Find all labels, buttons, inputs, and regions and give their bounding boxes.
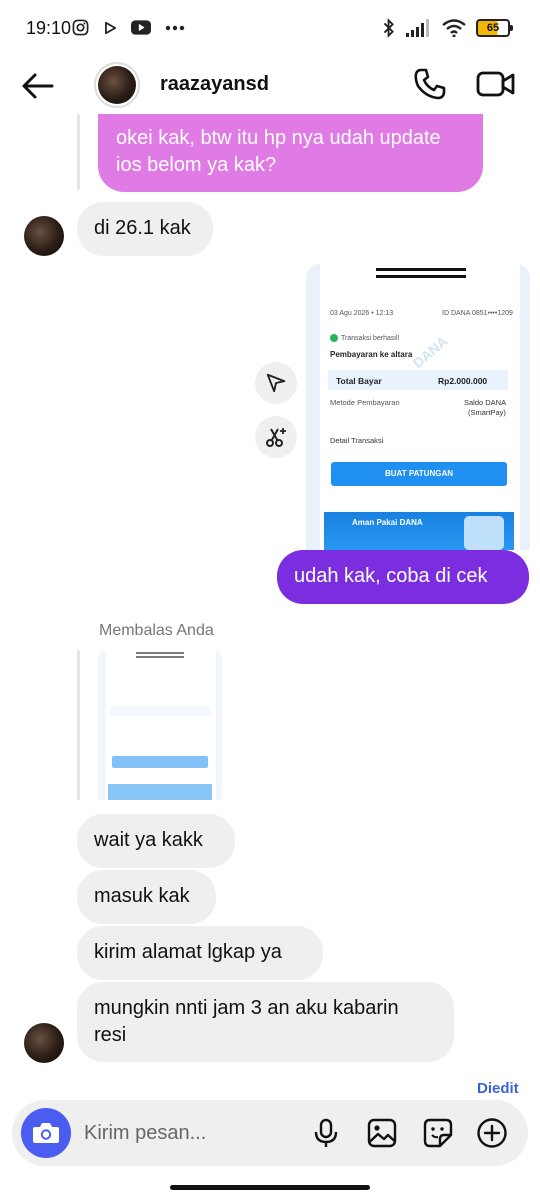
- reply-indicator: [77, 114, 80, 190]
- play-icon: [105, 21, 117, 34]
- message-text: di 26.1 kak: [94, 217, 191, 239]
- status-bar: 19:10 65: [0, 0, 540, 58]
- reply-indicator: [77, 650, 80, 800]
- receipt-banner-text: Aman Pakai DANA: [352, 518, 423, 527]
- message-text: resi: [94, 1024, 127, 1046]
- contact-name[interactable]: raazayansd: [160, 73, 269, 96]
- receipt-status: Transaksi berhasil!: [330, 334, 400, 342]
- sender-avatar[interactable]: [24, 216, 64, 256]
- wifi-icon: [442, 19, 466, 37]
- receipt-id: ID DANA 0851••••1209: [442, 310, 513, 317]
- receipt-date: 03 Agu 2026 • 12:13: [330, 310, 394, 317]
- send-icon: [266, 373, 286, 393]
- signal-icon: [406, 19, 429, 37]
- message-text: udah kak, coba di cek: [294, 565, 488, 587]
- youtube-icon: [131, 20, 151, 35]
- system-icons: 65: [382, 18, 513, 38]
- receipt-logo: [376, 268, 466, 278]
- receipt-method-value: (SmartPay): [468, 408, 506, 417]
- message-text: mungkin nnti jam 3 an aku kabarin: [94, 997, 399, 1019]
- remix-button[interactable]: [255, 416, 297, 458]
- receipt-banner-phone: [464, 516, 504, 550]
- receipt-status-text: Transaksi berhasil!: [341, 334, 400, 342]
- video-icon[interactable]: [476, 66, 516, 102]
- message-text: wait ya kakk: [94, 829, 203, 851]
- receipt-title: Pembayaran ke altara: [330, 350, 413, 359]
- thumb-banner: [108, 784, 212, 800]
- battery-icon: 65: [476, 19, 513, 37]
- plus-icon[interactable]: [476, 1117, 508, 1149]
- receipt-banner: Aman Pakai DANA: [324, 512, 514, 550]
- sender-avatar[interactable]: [24, 1023, 64, 1063]
- sent-image-receipt[interactable]: 03 Agu 2026 • 12:13 ID DANA 0851••••1209…: [306, 264, 530, 550]
- back-arrow-icon[interactable]: [20, 68, 56, 104]
- thumb-total-row: [110, 706, 210, 716]
- receipt-method-label: Metode Pembayaran: [330, 398, 400, 407]
- thumb-logo: [136, 652, 184, 658]
- share-button[interactable]: [255, 362, 297, 404]
- message-text: ios belom ya kak?: [116, 154, 277, 176]
- contact-avatar[interactable]: [94, 62, 140, 108]
- camera-button[interactable]: [21, 1108, 71, 1158]
- message-bubble-received[interactable]: di 26.1 kak: [77, 202, 213, 256]
- message-bubble-received[interactable]: masuk kak: [77, 870, 216, 924]
- message-bubble-received[interactable]: mungkin nnti jam 3 an aku kabarin resi: [77, 982, 454, 1062]
- more-dots-icon: [165, 25, 185, 30]
- scissors-sparkle-icon: [266, 428, 286, 447]
- reply-label: Membalas Anda: [99, 622, 214, 639]
- receipt-method-value: Saldo DANA: [464, 398, 507, 407]
- phone-icon[interactable]: [412, 66, 448, 102]
- bluetooth-icon: [383, 18, 394, 38]
- message-bubble-sent[interactable]: udah kak, coba di cek: [277, 550, 529, 604]
- edited-label: Diedit: [477, 1080, 519, 1097]
- quoted-image-thumbnail[interactable]: [98, 650, 222, 800]
- message-bubble-sent[interactable]: okei kak, btw itu hp nya udah update ios…: [98, 114, 483, 192]
- message-input[interactable]: Kirim pesan...: [84, 1122, 206, 1145]
- thumb-button: [112, 756, 208, 768]
- camera-icon: [33, 1123, 59, 1143]
- receipt-total-label: Total Bayar: [336, 376, 382, 386]
- chat-header: raazayansd: [0, 58, 540, 114]
- notification-icons: [72, 19, 185, 36]
- receipt-patungan-button: BUAT PATUNGAN: [331, 462, 507, 486]
- home-indicator[interactable]: [170, 1185, 370, 1190]
- message-bubble-received[interactable]: wait ya kakk: [77, 814, 235, 868]
- receipt-card: [320, 264, 520, 550]
- receipt-total-value: Rp2.000.000: [438, 376, 488, 386]
- message-list[interactable]: okei kak, btw itu hp nya udah update ios…: [0, 114, 540, 1097]
- message-bubble-received[interactable]: kirim alamat lgkap ya: [77, 926, 323, 980]
- message-text: kirim alamat lgkap ya: [94, 941, 282, 963]
- sticker-icon[interactable]: [422, 1117, 454, 1149]
- avatar-image: [98, 66, 136, 104]
- thumb-card: [106, 650, 216, 800]
- message-text: okei kak, btw itu hp nya udah update: [116, 127, 441, 149]
- status-time: 19:10: [26, 18, 72, 38]
- instagram-icon: [72, 19, 89, 36]
- check-icon: [330, 334, 338, 342]
- message-text: masuk kak: [94, 885, 190, 907]
- image-icon[interactable]: [366, 1117, 398, 1149]
- receipt-detail-label: Detail Transaksi: [330, 436, 384, 445]
- message-composer: Kirim pesan...: [12, 1100, 528, 1166]
- microphone-icon[interactable]: [310, 1117, 342, 1149]
